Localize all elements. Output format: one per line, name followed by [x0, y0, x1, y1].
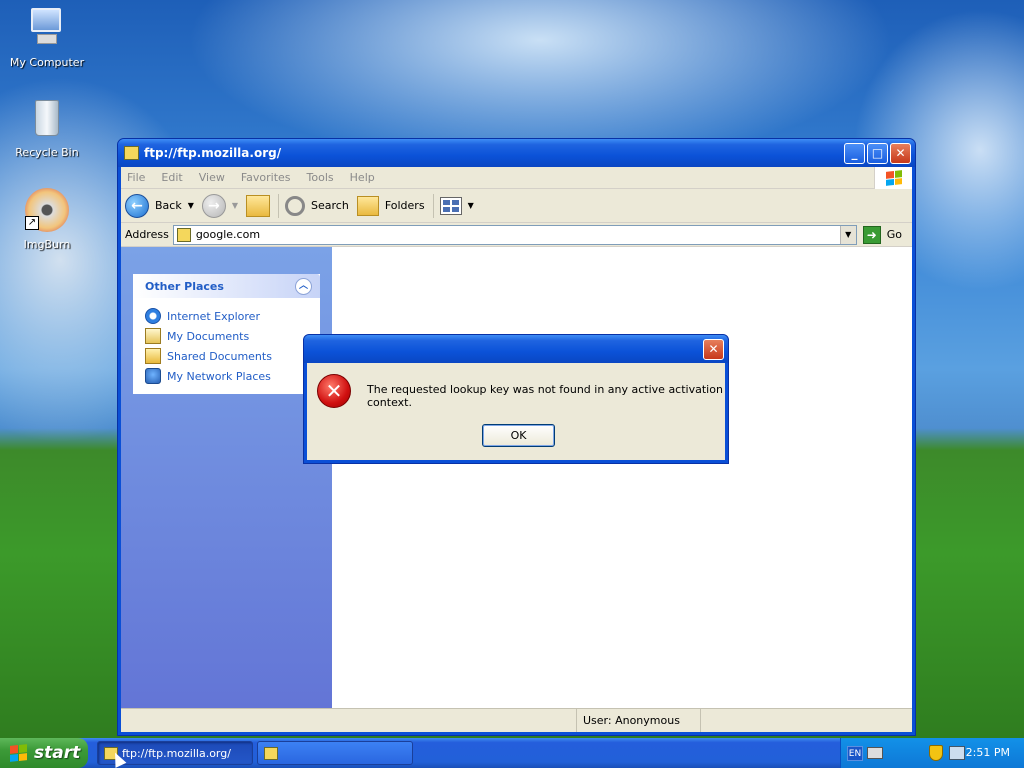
close-button[interactable]: ✕	[890, 143, 911, 164]
ok-button[interactable]: OK	[482, 424, 555, 447]
folders-button[interactable]: Folders	[356, 195, 425, 216]
error-dialog: ✕ ✕ The requested lookup key was not fou…	[303, 334, 729, 464]
place-my-network-places[interactable]: My Network Places	[145, 366, 308, 386]
search-button[interactable]: Search	[285, 195, 349, 216]
folder-icon	[264, 747, 278, 760]
place-my-documents[interactable]: My Documents	[145, 326, 308, 346]
my-documents-icon	[145, 328, 161, 344]
error-icon: ✕	[317, 374, 351, 408]
toolbar: ← Back ▼ → ▼ Search Folders ▼	[121, 189, 912, 223]
desktop-icon-label: ImgBurn	[23, 238, 71, 251]
dialog-close-button[interactable]: ✕	[703, 339, 724, 360]
other-places-panel: Other Places ︿ Internet Explorer My Docu…	[133, 274, 320, 394]
shared-documents-icon	[145, 348, 161, 364]
folders-label: Folders	[384, 199, 425, 212]
toolbar-separator	[432, 193, 434, 218]
forward-arrow-icon: →	[201, 193, 226, 218]
dialog-titlebar[interactable]: ✕	[304, 335, 728, 363]
go-label: Go	[886, 228, 902, 241]
windows-flag-icon	[10, 744, 27, 762]
collapse-chevron-icon[interactable]: ︿	[295, 277, 312, 295]
imgburn-disc-icon: ↗	[23, 186, 71, 234]
address-label: Address	[125, 228, 169, 241]
place-label: My Documents	[167, 329, 250, 343]
window-titlebar[interactable]: ftp://ftp.mozilla.org/ _ □ ✕	[118, 139, 915, 167]
desktop-icon-label: My Computer	[9, 56, 85, 69]
search-label: Search	[311, 199, 349, 212]
menu-edit[interactable]: Edit	[161, 171, 182, 184]
go-button[interactable]: ➜ Go	[862, 225, 902, 244]
views-icon	[439, 196, 462, 215]
folders-icon	[356, 195, 379, 216]
status-cell-empty	[121, 709, 577, 732]
address-input[interactable]: google.com ▼	[172, 224, 857, 245]
task-pane: Other Places ︿ Internet Explorer My Docu…	[121, 247, 332, 708]
window-content: Other Places ︿ Internet Explorer My Docu…	[121, 247, 912, 708]
views-button[interactable]: ▼	[439, 196, 474, 215]
menu-favorites[interactable]: Favorites	[241, 171, 291, 184]
minimize-button[interactable]: _	[844, 143, 865, 164]
place-label: Internet Explorer	[167, 309, 260, 323]
menu-tools[interactable]: Tools	[307, 171, 334, 184]
place-label: My Network Places	[167, 369, 271, 383]
file-list-view[interactable]	[332, 247, 912, 708]
toolbar-separator	[278, 193, 280, 218]
other-places-header[interactable]: Other Places ︿	[133, 274, 320, 298]
place-label: Shared Documents	[167, 349, 272, 363]
forward-button[interactable]: → ▼	[201, 193, 238, 218]
address-page-icon	[176, 227, 191, 242]
windows-logo-icon	[874, 167, 912, 189]
status-bar: User: Anonymous	[121, 708, 912, 732]
menu-file[interactable]: File	[127, 171, 145, 184]
desktop-icon-my-computer[interactable]: My Computer	[7, 4, 87, 69]
up-folder-icon	[246, 194, 271, 217]
my-computer-icon	[23, 4, 71, 52]
back-label: Back	[155, 199, 182, 212]
shortcut-arrow-icon: ↗	[25, 216, 39, 230]
up-folder-button[interactable]	[246, 194, 271, 217]
language-indicator[interactable]: EN	[847, 746, 863, 761]
recycle-bin-icon	[23, 94, 71, 142]
internet-explorer-icon	[145, 308, 161, 324]
search-icon	[285, 195, 306, 216]
views-dropdown-icon: ▼	[467, 201, 474, 210]
taskbar: start ftp://ftp.mozilla.org/ EN 2:51 PM	[0, 738, 1024, 768]
menu-help[interactable]: Help	[350, 171, 375, 184]
status-user: User: Anonymous	[577, 709, 701, 732]
other-places-title: Other Places	[145, 279, 224, 293]
taskbar-item-folder[interactable]	[257, 741, 413, 765]
start-button[interactable]: start	[0, 738, 88, 768]
menu-bar: File Edit View Favorites Tools Help	[121, 167, 912, 189]
back-arrow-icon: ←	[125, 193, 149, 218]
keyboard-icon[interactable]	[867, 747, 883, 759]
maximize-button[interactable]: □	[867, 143, 888, 164]
other-places-list: Internet Explorer My Documents Shared Do…	[133, 298, 320, 394]
network-connection-icon[interactable]	[949, 746, 965, 760]
address-dropdown-icon[interactable]: ▼	[839, 225, 856, 244]
place-shared-documents[interactable]: Shared Documents	[145, 346, 308, 366]
system-tray: EN 2:51 PM	[840, 738, 1024, 768]
status-cell-zone	[701, 709, 912, 732]
ftp-folder-icon	[124, 146, 139, 160]
dialog-body: ✕ The requested lookup key was not found…	[307, 363, 725, 460]
back-dropdown-icon[interactable]: ▼	[188, 201, 194, 210]
address-value: google.com	[195, 228, 261, 241]
desktop-icon-recycle-bin[interactable]: Recycle Bin	[7, 94, 87, 159]
clock[interactable]: 2:51 PM	[966, 738, 1010, 768]
desktop-icon-label: Recycle Bin	[15, 146, 79, 159]
menu-view[interactable]: View	[199, 171, 225, 184]
error-message: The requested lookup key was not found i…	[367, 383, 723, 409]
security-shield-icon[interactable]	[929, 745, 943, 761]
place-internet-explorer[interactable]: Internet Explorer	[145, 306, 308, 326]
desktop-icon-imgburn[interactable]: ↗ ImgBurn	[7, 186, 87, 251]
address-bar: Address google.com ▼ ➜ Go	[121, 223, 912, 247]
window-title: ftp://ftp.mozilla.org/	[144, 146, 282, 160]
forward-dropdown-icon[interactable]: ▼	[232, 201, 238, 210]
start-label: start	[34, 743, 81, 763]
my-network-places-icon	[145, 368, 161, 384]
taskbar-item-label: ftp://ftp.mozilla.org/	[122, 747, 231, 760]
back-button[interactable]: ← Back ▼	[125, 193, 194, 218]
go-arrow-icon: ➜	[862, 225, 881, 244]
